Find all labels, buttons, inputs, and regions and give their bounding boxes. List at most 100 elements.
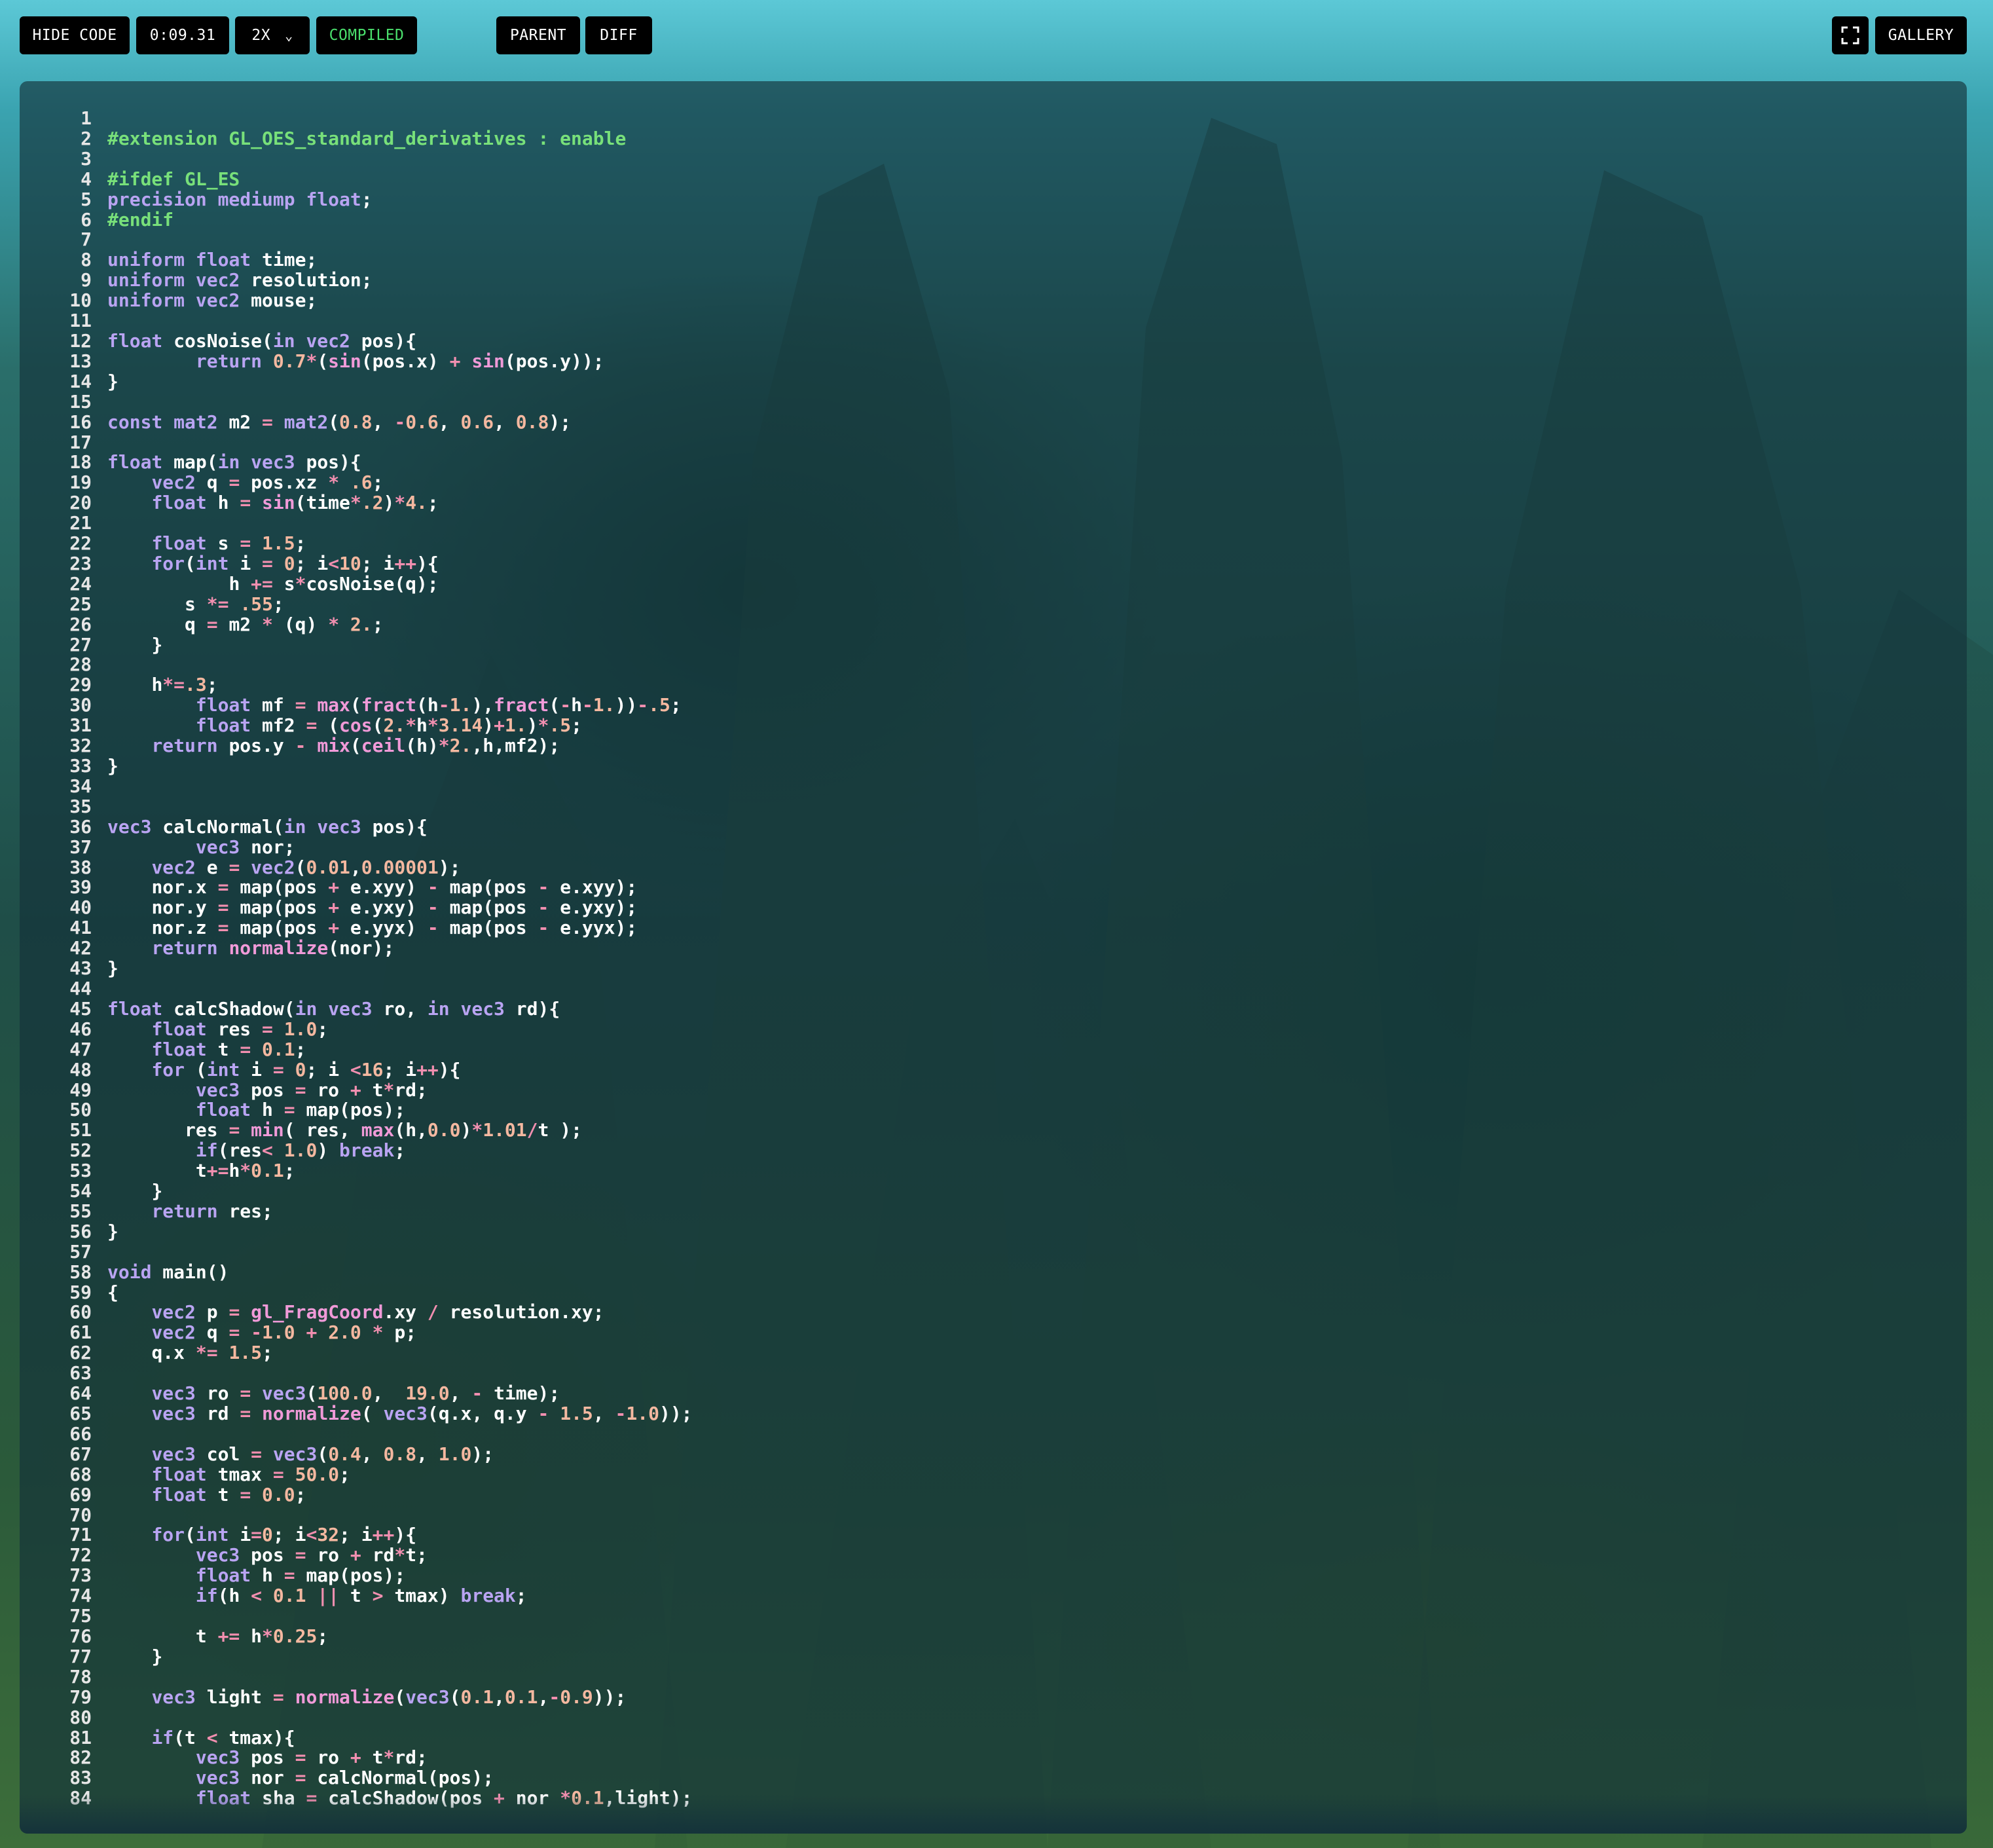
code-line: 18 float map(in vec3 pos){ (43, 451, 1941, 473)
line-number: 36 (69, 815, 92, 838)
code-text: #ifdef GL_ES (107, 168, 240, 190)
code-editor[interactable]: 1 2 #extension GL_OES_standard_derivatives… (20, 81, 1967, 1834)
line-number: 22 (69, 532, 92, 555)
line-number: 10 (69, 289, 92, 312)
code-line: 5 precision mediump float; (43, 189, 1941, 210)
line-number: 48 (69, 1058, 92, 1081)
code-text: } (151, 1180, 163, 1202)
code-text: vec2 p = gl_FragCoord.xy / resolution.xy… (151, 1301, 604, 1323)
line-number: 25 (69, 593, 92, 615)
code-line: 43} (43, 957, 1941, 980)
code-line: 45 float calcShadow(in vec3 ro, in vec3 r… (43, 999, 1941, 1020)
code-line: 78 (43, 1667, 1941, 1688)
line-number: 28 (69, 654, 92, 676)
line-number: 1 (81, 107, 92, 129)
fullscreen-button[interactable] (1832, 16, 1869, 54)
code-line: 19 vec2 q = pos.xz * .6; (43, 471, 1941, 494)
code-line: 11 (43, 310, 1941, 332)
line-number: 2 (81, 127, 92, 149)
code-line: 44 (43, 977, 1941, 999)
code-line: 26 q = m2 * (q) * 2.; (43, 613, 1941, 635)
code-line: 15 (43, 392, 1941, 413)
line-number: 8 (81, 249, 92, 271)
code-line: 67 vec3 col = vec3(0.4, 0.8, 1.0); (43, 1443, 1941, 1465)
line-number: 45 (69, 997, 92, 1020)
code-line: 40 nor.y = map(pos + e.yxy) - map(pos - … (43, 897, 1941, 918)
line-number: 79 (69, 1686, 92, 1708)
code-line: 17 (43, 432, 1941, 453)
line-number: 72 (69, 1544, 92, 1566)
code-text: vec3 col = vec3(0.4, 0.8, 1.0); (151, 1443, 494, 1465)
gallery-button[interactable]: GALLERY (1875, 16, 1967, 54)
parent-button[interactable]: PARENT (496, 16, 580, 54)
code-line: 42 return normalize(nor); (43, 938, 1941, 959)
code-text: vec3 pos = ro + t*rd; (195, 1079, 428, 1101)
code-text: } (107, 755, 119, 777)
code-text: #extension GL_OES_standard_derivatives :… (107, 127, 627, 149)
line-number: 81 (69, 1726, 92, 1748)
code-text: s *= .55; (185, 593, 284, 615)
code-text: vec3 light = normalize(vec3(0.1,0.1,-0.9… (151, 1686, 627, 1708)
code-text: float tmax = 50.0; (151, 1463, 350, 1485)
line-number: 43 (69, 957, 92, 980)
line-number: 9 (81, 269, 92, 291)
line-number: 13 (69, 350, 92, 372)
code-line: 10 uniform vec2 mouse; (43, 289, 1941, 312)
line-number: 66 (69, 1422, 92, 1445)
line-number: 50 (69, 1099, 92, 1121)
code-text: float map(in vec3 pos){ (107, 451, 361, 473)
code-line: 31 float mf2 = (cos(2.*h*3.14)+1.)*.5; (43, 714, 1941, 737)
line-number: 15 (69, 390, 92, 413)
code-text: if(t < tmax){ (151, 1726, 295, 1748)
compile-status-badge: COMPILED (316, 16, 417, 54)
line-number: 38 (69, 856, 92, 878)
code-text: } (151, 1645, 163, 1667)
code-line: 47 float t = 0.1; (43, 1039, 1941, 1060)
line-number: 4 (81, 168, 92, 190)
code-line: 59 { (43, 1281, 1941, 1303)
code-text: float mf = max(fract(h-1.),fract(-h-1.))… (195, 694, 682, 716)
line-number: 52 (69, 1139, 92, 1162)
line-number: 44 (69, 977, 92, 999)
line-number: 41 (69, 917, 92, 939)
line-number: 21 (69, 512, 92, 534)
code-line: 36 vec3 calcNormal(in vec3 pos){ (43, 817, 1941, 838)
line-number: 26 (69, 613, 92, 635)
code-line: 2 #extension GL_OES_standard_derivatives … (43, 127, 1941, 149)
code-line: 54 } (43, 1181, 1941, 1202)
code-text: vec2 e = vec2(0.01,0.00001); (151, 856, 461, 878)
diff-button[interactable]: DIFF (585, 16, 652, 54)
line-number: 11 (69, 310, 92, 332)
code-text: float t = 0.0; (151, 1483, 306, 1506)
code-text: float s = 1.5; (151, 532, 306, 555)
code-text: if(h < 0.1 || t > tmax) break; (195, 1585, 527, 1607)
code-text: vec2 q = pos.xz * .6; (151, 471, 384, 494)
code-lines[interactable]: 1 2 #extension GL_OES_standard_derivatives… (43, 107, 1941, 1834)
resolution-select[interactable]: 2X ⌄ (235, 16, 310, 54)
code-text: const mat2 m2 = mat2(0.8, -0.6, 0.6, 0.8… (107, 411, 572, 433)
code-line: 24 h += s*cosNoise(q); (43, 574, 1941, 595)
code-line: 68 float tmax = 50.0; (43, 1463, 1941, 1485)
line-number: 51 (69, 1119, 92, 1141)
code-text: vec2 q = -1.0 + 2.0 * p; (151, 1321, 417, 1344)
code-line: 64 vec3 ro = vec3(100.0, 19.0, - time); (43, 1383, 1941, 1404)
line-number: 69 (69, 1483, 92, 1506)
code-line: 49 vec3 pos = ro + t*rd; (43, 1079, 1941, 1101)
line-number: 12 (69, 329, 92, 352)
hide-code-button[interactable]: HIDE CODE (20, 16, 130, 54)
line-number: 68 (69, 1463, 92, 1485)
line-number: 60 (69, 1301, 92, 1323)
line-number: 30 (69, 694, 92, 716)
code-text: uniform vec2 resolution; (107, 269, 373, 291)
code-line: 82 vec3 pos = ro + t*rd; (43, 1747, 1941, 1768)
code-text: } (107, 957, 119, 980)
line-number: 65 (69, 1403, 92, 1424)
code-text: { (107, 1281, 119, 1303)
code-text: uniform float time; (107, 249, 318, 271)
code-line: 60 vec2 p = gl_FragCoord.xy / resolution… (43, 1303, 1941, 1323)
code-line: 9 uniform vec2 resolution; (43, 270, 1941, 291)
code-text: for (int i = 0; i <16; i++){ (151, 1058, 461, 1081)
code-line: 13 return 0.7*(sin(pos.x) + sin(pos.y)); (43, 350, 1941, 372)
line-number: 31 (69, 714, 92, 737)
line-number: 63 (69, 1362, 92, 1384)
